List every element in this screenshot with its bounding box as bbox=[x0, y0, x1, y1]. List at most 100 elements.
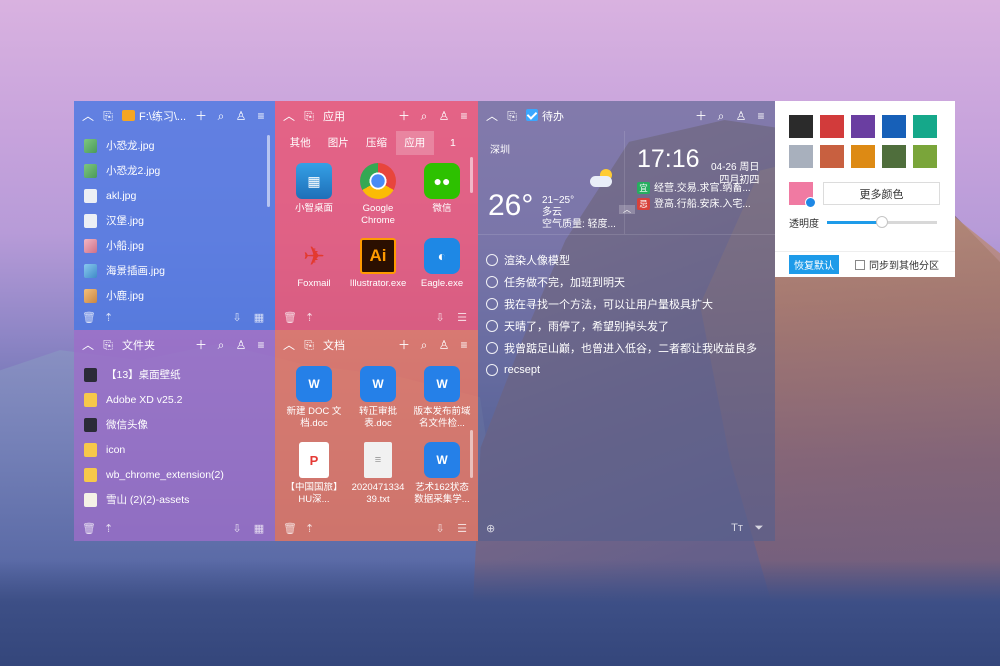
tab-1[interactable]: 1 bbox=[434, 131, 472, 155]
todo-checkbox[interactable] bbox=[486, 364, 498, 376]
search-icon[interactable]: ⌕ bbox=[416, 337, 432, 353]
doc-item[interactable]: W 版本发布前域名文件检... bbox=[411, 364, 473, 440]
list-item[interactable]: 汉堡.jpg bbox=[84, 208, 265, 233]
collapse-icon[interactable]: ︿ bbox=[80, 108, 96, 124]
filter-icon[interactable]: ⏷ bbox=[751, 522, 767, 535]
pin-icon[interactable]: ⎘ bbox=[100, 108, 116, 124]
sort-icon[interactable]: ⇩ bbox=[229, 311, 245, 324]
list-view-icon[interactable]: ☰ bbox=[454, 522, 470, 535]
search-icon[interactable]: ⌕ bbox=[416, 108, 432, 124]
list-item[interactable]: 小恐龙.jpg bbox=[84, 133, 265, 158]
search-icon[interactable]: ⌕ bbox=[213, 337, 229, 353]
list-item[interactable]: wb_chrome_extension(2) bbox=[84, 462, 265, 487]
add-icon[interactable]: ＋ bbox=[396, 337, 412, 353]
color-swatch[interactable] bbox=[789, 145, 813, 168]
todo-checkbox[interactable] bbox=[486, 320, 498, 332]
add-icon[interactable]: ＋ bbox=[193, 337, 209, 353]
todo-checkbox[interactable] bbox=[486, 254, 498, 266]
scrollbar[interactable] bbox=[267, 135, 270, 207]
add-icon[interactable]: ＋ bbox=[396, 108, 412, 124]
list-item[interactable]: 微信头像 bbox=[84, 412, 265, 437]
color-swatch[interactable] bbox=[882, 115, 906, 138]
app-item[interactable]: ●● 微信 bbox=[411, 161, 473, 236]
upload-icon[interactable]: ⇡ bbox=[305, 311, 314, 324]
trash-icon[interactable]: 🗑 bbox=[82, 522, 96, 535]
todo-item[interactable]: 我曾踮足山巅，也曾进入低谷，二者都让我收益良多 bbox=[486, 337, 775, 359]
todo-item[interactable]: 我在寻找一个方法，可以让用户量极具扩大 bbox=[486, 293, 775, 315]
sort-icon[interactable]: ⇩ bbox=[432, 311, 448, 324]
todo-item[interactable]: 渲染人像模型 bbox=[486, 249, 775, 271]
doc-item[interactable]: W 转正审批表.doc bbox=[347, 364, 409, 440]
tab-other[interactable]: 其他 bbox=[281, 131, 319, 155]
doc-item[interactable]: P 【中国国旅】HU深... bbox=[283, 440, 345, 516]
trash-icon[interactable]: 🗑 bbox=[283, 522, 297, 535]
opacity-slider-handle[interactable] bbox=[876, 216, 888, 228]
list-item[interactable]: icon bbox=[84, 437, 265, 462]
sort-icon[interactable]: ⇩ bbox=[432, 522, 448, 535]
menu-icon[interactable]: ≡ bbox=[253, 108, 269, 124]
upload-icon[interactable]: ⇡ bbox=[104, 311, 113, 324]
text-size-icon[interactable]: Tт bbox=[729, 522, 745, 534]
add-todo-icon[interactable]: ⊕ bbox=[486, 522, 495, 535]
skin-icon[interactable]: ♙ bbox=[436, 108, 452, 124]
list-item[interactable]: akl.jpg bbox=[84, 183, 265, 208]
color-swatch[interactable] bbox=[820, 115, 844, 138]
panel-title[interactable]: 文件夹 bbox=[120, 337, 189, 353]
list-view-icon[interactable]: ☰ bbox=[454, 311, 470, 324]
panel-title[interactable]: F:\练习\... bbox=[120, 108, 189, 124]
color-swatch[interactable] bbox=[851, 145, 875, 168]
grid-view-icon[interactable]: ▦ bbox=[251, 311, 267, 324]
todo-checkbox[interactable] bbox=[486, 342, 498, 354]
search-icon[interactable]: ⌕ bbox=[713, 108, 729, 124]
add-icon[interactable]: ＋ bbox=[193, 108, 209, 124]
pin-icon[interactable]: ⎘ bbox=[301, 108, 317, 124]
weather-info[interactable]: 深圳 26° 21~25° 多云 空气质量: 轻度... bbox=[478, 131, 624, 234]
collapse-weather-button[interactable]: ︿ bbox=[619, 205, 635, 214]
doc-item[interactable]: W 艺术162状态数据采集学... bbox=[411, 440, 473, 516]
panel-title[interactable]: 应用 bbox=[321, 108, 392, 124]
panel-title[interactable]: 待办 bbox=[524, 108, 689, 124]
skin-icon[interactable]: ♙ bbox=[733, 108, 749, 124]
list-item[interactable]: 小恐龙2.jpg bbox=[84, 158, 265, 183]
collapse-icon[interactable]: ︿ bbox=[281, 337, 297, 353]
reset-default-button[interactable]: 恢复默认 bbox=[789, 255, 839, 274]
app-item[interactable]: ◐ Eagle.exe bbox=[411, 236, 473, 311]
sync-option[interactable]: 同步到其他分区 bbox=[855, 257, 939, 272]
list-item[interactable]: Adobe XD v25.2 bbox=[84, 387, 265, 412]
sort-icon[interactable]: ⇩ bbox=[229, 522, 245, 535]
custom-color-swatch[interactable] bbox=[789, 182, 816, 208]
panel-title[interactable]: 文档 bbox=[321, 337, 392, 353]
grid-view-icon[interactable]: ▦ bbox=[251, 522, 267, 535]
trash-icon[interactable]: 🗑 bbox=[283, 311, 297, 324]
app-item[interactable]: ✈ Foxmail bbox=[283, 236, 345, 311]
app-item[interactable]: Ai Illustrator.exe bbox=[347, 236, 409, 311]
todo-checkbox[interactable] bbox=[486, 276, 498, 288]
doc-item[interactable]: W 新建 DOC 文档.doc bbox=[283, 364, 345, 440]
doc-item[interactable]: ≡ 2020471334 39.txt bbox=[347, 440, 409, 516]
collapse-icon[interactable]: ︿ bbox=[281, 108, 297, 124]
menu-icon[interactable]: ≡ bbox=[456, 108, 472, 124]
list-item[interactable]: 海景插画.jpg bbox=[84, 258, 265, 283]
color-swatch[interactable] bbox=[882, 145, 906, 168]
tab-apps[interactable]: 应用 bbox=[395, 131, 434, 155]
todo-checkbox[interactable] bbox=[486, 298, 498, 310]
scrollbar[interactable] bbox=[470, 157, 473, 193]
pin-icon[interactable]: ⎘ bbox=[504, 108, 520, 124]
color-swatch[interactable] bbox=[851, 115, 875, 138]
tab-images[interactable]: 图片 bbox=[319, 131, 357, 155]
todo-item[interactable]: 任务做不完，加班到明天 bbox=[486, 271, 775, 293]
color-swatch[interactable] bbox=[913, 145, 937, 168]
search-icon[interactable]: ⌕ bbox=[213, 108, 229, 124]
menu-icon[interactable]: ≡ bbox=[753, 108, 769, 124]
pin-icon[interactable]: ⎘ bbox=[301, 337, 317, 353]
pin-icon[interactable]: ⎘ bbox=[100, 337, 116, 353]
skin-icon[interactable]: ♙ bbox=[436, 337, 452, 353]
menu-icon[interactable]: ≡ bbox=[253, 337, 269, 353]
add-icon[interactable]: ＋ bbox=[693, 108, 709, 124]
skin-icon[interactable]: ♙ bbox=[233, 337, 249, 353]
opacity-slider[interactable] bbox=[827, 216, 937, 228]
color-swatch[interactable] bbox=[913, 115, 937, 138]
list-item[interactable]: 雪山 (2)(2)-assets bbox=[84, 487, 265, 512]
upload-icon[interactable]: ⇡ bbox=[104, 522, 113, 535]
clock-widget[interactable]: 17:16 04-26 周日 四月初四 宜经营.交易.求官.纳畜... 忌登高.… bbox=[624, 131, 775, 234]
